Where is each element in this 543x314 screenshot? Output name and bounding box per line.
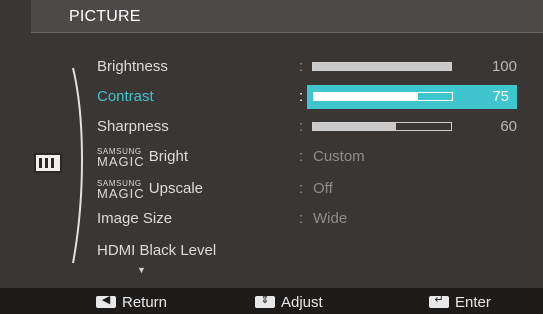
adjust-label: Adjust — [281, 294, 323, 311]
magic-brand: MAGIC — [97, 154, 145, 169]
brightness-label: Brightness — [97, 58, 168, 75]
sharpness-bar — [312, 122, 452, 131]
separator: : — [299, 210, 304, 227]
magic-upscale-text: Upscale — [148, 180, 203, 197]
magic-bright-value: Custom — [313, 148, 365, 165]
hdmi-black-level-item[interactable]: HDMI Black Level — [97, 237, 517, 265]
enter-key-icon: ↵ — [429, 293, 449, 309]
hdmi-black-level-label: HDMI Black Level — [97, 242, 217, 259]
return-label: Return — [122, 294, 168, 311]
separator: : — [299, 118, 304, 135]
separator: : — [299, 58, 304, 75]
title-bar: PICTURE — [31, 0, 543, 33]
image-size-value: Wide — [313, 210, 348, 227]
magic-upscale-value: Off — [313, 180, 333, 197]
separator: : — [299, 180, 304, 197]
brightness-item[interactable]: Brightness : 100 — [97, 53, 517, 81]
contrast-label: Contrast — [97, 88, 154, 105]
sharpness-item[interactable]: Sharpness : 60 — [97, 113, 517, 141]
magic-bright-item[interactable]: SAMSUNG MAGIC Bright : Custom — [97, 143, 517, 171]
footer-bar: ◀ Return ⇕ Adjust ↵ Enter — [0, 288, 543, 314]
return-key-icon: ◀ — [96, 293, 116, 309]
adjust-button[interactable]: ⇕ Adjust — [255, 293, 323, 311]
adjust-key-icon: ⇕ — [255, 293, 275, 309]
separator: : — [299, 148, 304, 165]
contrast-value: 75 — [492, 88, 509, 105]
scroll-down-icon[interactable]: ▼ — [137, 265, 146, 275]
image-size-label: Image Size — [97, 210, 173, 227]
sharpness-label: Sharpness — [97, 118, 169, 135]
magic-upscale-item[interactable]: SAMSUNG MAGIC Upscale : Off — [97, 175, 517, 203]
enter-label: Enter — [455, 294, 491, 311]
contrast-slider[interactable]: 75 — [307, 85, 517, 109]
magic-upscale-label: SAMSUNG MAGIC Upscale — [97, 180, 203, 201]
image-size-item[interactable]: Image Size : Wide — [97, 205, 517, 233]
magic-bright-text: Bright — [148, 148, 188, 165]
brightness-value: 100 — [491, 58, 517, 75]
magic-bright-label: SAMSUNG MAGIC Bright — [97, 148, 188, 169]
picture-menu-icon[interactable] — [34, 153, 62, 173]
separator: : — [299, 88, 304, 105]
osd-menu: PICTURE Brightness : 100 Contrast : 75 S… — [0, 0, 543, 314]
page-title: PICTURE — [69, 8, 141, 25]
brightness-bar — [312, 62, 452, 71]
sharpness-value: 60 — [500, 118, 517, 135]
return-button[interactable]: ◀ Return — [96, 293, 168, 311]
picture-menu-panel: Brightness : 100 Contrast : 75 Sharpness… — [31, 33, 543, 288]
contrast-bar[interactable] — [313, 92, 453, 101]
magic-brand: MAGIC — [97, 186, 145, 201]
enter-button[interactable]: ↵ Enter — [429, 293, 491, 311]
